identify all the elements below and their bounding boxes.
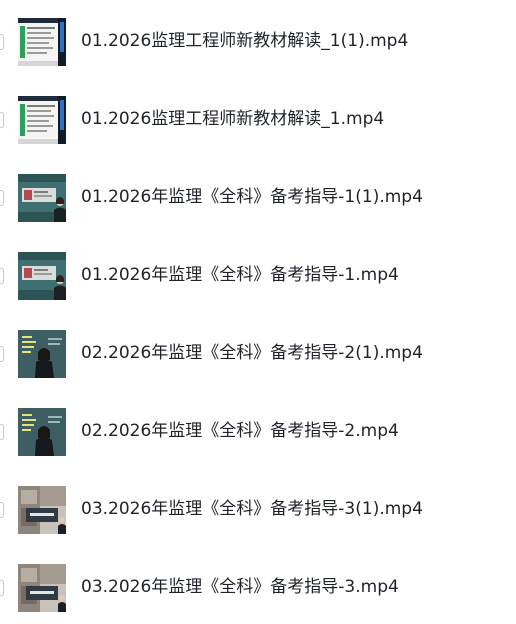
file-name[interactable]: 02.2026年监理《全科》备考指导-2.mp4 [81,420,399,442]
row-checkbox[interactable] [0,346,4,362]
video-thumbnail[interactable] [18,564,66,612]
video-thumbnail[interactable] [18,252,66,300]
video-thumbnail[interactable] [18,96,66,144]
row-checkbox[interactable] [0,502,4,518]
file-name[interactable]: 01.2026年监理《全科》备考指导-1.mp4 [81,264,399,286]
file-name[interactable]: 03.2026年监理《全科》备考指导-3.mp4 [81,576,399,598]
file-row[interactable]: 01.2026年监理《全科》备考指导-1.mp4 [0,248,516,304]
row-checkbox[interactable] [0,190,4,206]
file-row[interactable]: 02.2026年监理《全科》备考指导-2(1).mp4 [0,326,516,382]
file-name[interactable]: 02.2026年监理《全科》备考指导-2(1).mp4 [81,342,423,364]
video-thumbnail[interactable] [18,174,66,222]
row-checkbox[interactable] [0,424,4,440]
row-checkbox[interactable] [0,580,4,596]
video-file-list: 01.2026监理工程师新教材解读_1(1).mp4 01.2026监理工程师新… [0,0,516,624]
row-checkbox[interactable] [0,112,4,128]
file-row[interactable]: 03.2026年监理《全科》备考指导-3(1).mp4 [0,482,516,538]
video-thumbnail[interactable] [18,330,66,378]
row-checkbox[interactable] [0,34,4,50]
video-thumbnail[interactable] [18,486,66,534]
file-row[interactable]: 01.2026监理工程师新教材解读_1.mp4 [0,92,516,148]
file-name[interactable]: 01.2026年监理《全科》备考指导-1(1).mp4 [81,186,423,208]
file-row[interactable]: 01.2026监理工程师新教材解读_1(1).mp4 [0,14,516,70]
file-row[interactable]: 02.2026年监理《全科》备考指导-2.mp4 [0,404,516,460]
file-name[interactable]: 03.2026年监理《全科》备考指导-3(1).mp4 [81,498,423,520]
video-thumbnail[interactable] [18,408,66,456]
video-thumbnail[interactable] [18,18,66,66]
file-row[interactable]: 03.2026年监理《全科》备考指导-3.mp4 [0,560,516,616]
file-row[interactable]: 01.2026年监理《全科》备考指导-1(1).mp4 [0,170,516,226]
file-name[interactable]: 01.2026监理工程师新教材解读_1(1).mp4 [81,30,408,52]
row-checkbox[interactable] [0,268,4,284]
file-name[interactable]: 01.2026监理工程师新教材解读_1.mp4 [81,108,384,130]
